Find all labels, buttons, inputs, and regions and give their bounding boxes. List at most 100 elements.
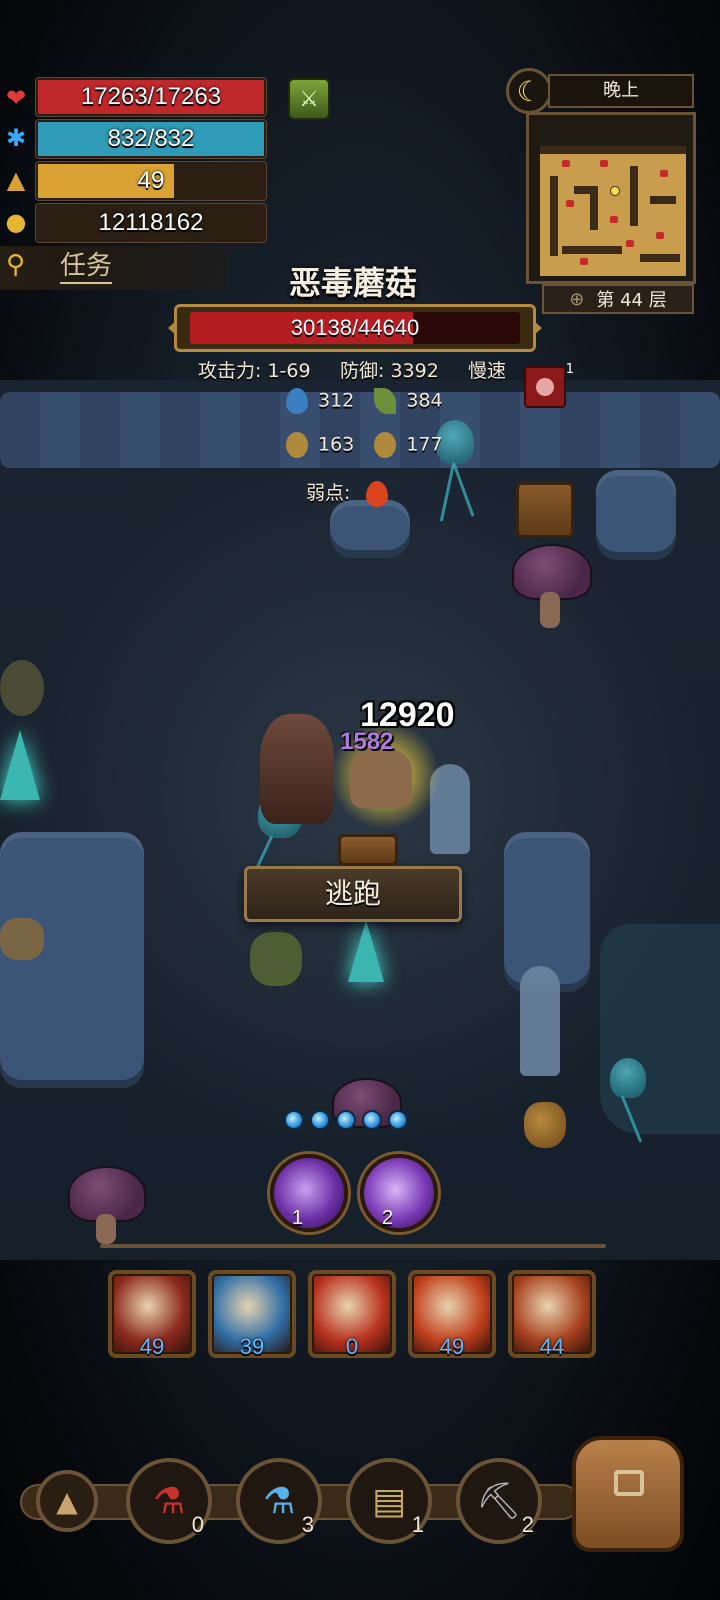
skill-divider [100,1244,606,1248]
item-count: 0 [191,1512,204,1537]
skill-slot-roar[interactable]: 49 [408,1270,496,1359]
skill-count: 39 [239,1334,265,1359]
enemy-resist-row-1: 312 384 [286,388,443,414]
mp-bar: 832/832 [36,120,266,158]
minimap[interactable] [540,146,686,276]
player-character[interactable] [260,714,334,824]
pickaxe-slot[interactable]: ⛏ 2 [456,1458,542,1544]
cave-rock [596,470,676,560]
skill-slot-rage[interactable]: 0 [308,1270,396,1359]
blue-potion-icon: ⚗ [262,1480,296,1522]
leaf-shield-icon [374,432,397,458]
hp-text: 17263/17263 [80,83,222,110]
skill-slot-slash[interactable]: 39 [208,1270,296,1359]
skill-slot-blade[interactable]: 44 [508,1270,596,1359]
crystal [0,730,40,800]
mana-spark-icon: ✱ [5,124,27,152]
skill-slot-sword[interactable]: 49 [108,1270,196,1359]
item-count: 3 [301,1512,314,1537]
red-potion-slot[interactable]: ⚗ 0 [126,1458,212,1544]
minimap-wall [562,246,622,254]
treasure-chest[interactable] [516,482,574,538]
spell-count: 2 [382,1207,394,1229]
book-chest[interactable] [338,834,398,866]
mana-orb [388,1110,408,1130]
time-of-day: 晚上 [548,74,694,108]
cave-rock [0,832,144,1088]
skill-count: 44 [539,1334,565,1359]
gold-text: 12118162 [98,209,204,236]
level-text: 49 [137,167,165,194]
map-scroll-slot[interactable]: ▤ 1 [346,1458,432,1544]
secondary-damage-number: 1582 [340,728,394,755]
ore-pile[interactable] [0,918,44,960]
cave-rock [330,500,410,558]
fire-icon [366,480,389,507]
minimap-enemy-marker [660,170,668,177]
flee-button[interactable]: 逃跑 [244,866,462,922]
bird-monster[interactable] [520,966,560,1076]
item-count: 1 [411,1512,424,1537]
herb-pile[interactable] [250,932,302,986]
status-spots [536,378,554,396]
level-bar: 49 [36,162,266,200]
mushroom-stem [96,1214,116,1244]
moon-icon: ☾ [506,68,552,114]
enemy-resist-row-2: 163 177 [286,432,443,458]
resist-nature-2: 177 [406,433,443,456]
mana-orb [336,1110,356,1130]
mana-orb [310,1110,330,1130]
minimap-enemy-marker [656,232,664,239]
hp-bar: 17263/17263 [36,78,266,116]
mana-orb [362,1110,382,1130]
item-count: 2 [521,1512,534,1537]
mp-text: 832/832 [107,125,195,152]
leaf-icon [374,388,397,414]
backpack-button[interactable] [572,1436,684,1552]
triangle-icon: ▲ [6,166,26,194]
sword-upgrade-icon[interactable]: ⚔ [288,78,330,120]
heart-icon: ❤ [5,84,27,112]
resist-water-1: 312 [318,389,355,412]
mushroom-monster[interactable] [514,546,590,598]
minimap-enemy-marker [626,240,634,247]
minimap-enemy-marker [562,160,570,167]
expand-arrow-button[interactable]: ▲ [36,1470,98,1532]
clay-pot[interactable] [524,1102,566,1148]
enemy-defense: 防御: 3392 [340,360,439,382]
poison-status-icon[interactable]: 1 [524,362,574,408]
mushroom-monster[interactable] [70,1168,144,1220]
enemy-mushroom-target[interactable] [350,748,412,808]
minimap-player-marker [610,186,620,196]
enemy-weakness: 弱点: [306,478,398,507]
enemy-hp-text: 30138/44640 [290,315,420,340]
cave-boulder [600,924,720,1134]
minimap-wall [540,146,686,154]
minimap-wall [630,166,638,226]
skill-count: 0 [345,1334,359,1359]
resist-nature-1: 384 [406,389,443,412]
crystal [348,920,384,982]
minimap-enemy-marker [610,216,618,223]
spell-count: 1 [292,1207,304,1229]
minimap-wall [550,176,558,256]
enemy-attack: 攻击力: 1-69 [198,360,311,382]
weakness-label: 弱点: [306,482,351,504]
minimap-enemy-marker [600,160,608,167]
minimap-wall [650,196,676,204]
pickaxe-icon: ⛏ [476,1481,522,1522]
spell-slot-2[interactable]: 2 [360,1154,438,1232]
status-stack-count: 1 [565,362,574,377]
toad-monster[interactable] [0,660,44,716]
water-drop-icon [286,388,308,414]
skill-count: 49 [439,1334,465,1359]
jellyfish-monster[interactable] [610,1058,646,1098]
blue-potion-slot[interactable]: ⚗ 3 [236,1458,322,1544]
minimap-enemy-marker [566,200,574,207]
water-shield-icon [286,432,308,458]
backpack-buckle-icon [614,1470,644,1496]
spell-slot-1[interactable]: 1 [270,1154,348,1232]
mushroom-stem [540,592,560,628]
gold-coins-icon: ● [5,208,27,236]
enemy-speed: 慢速 [468,360,507,382]
